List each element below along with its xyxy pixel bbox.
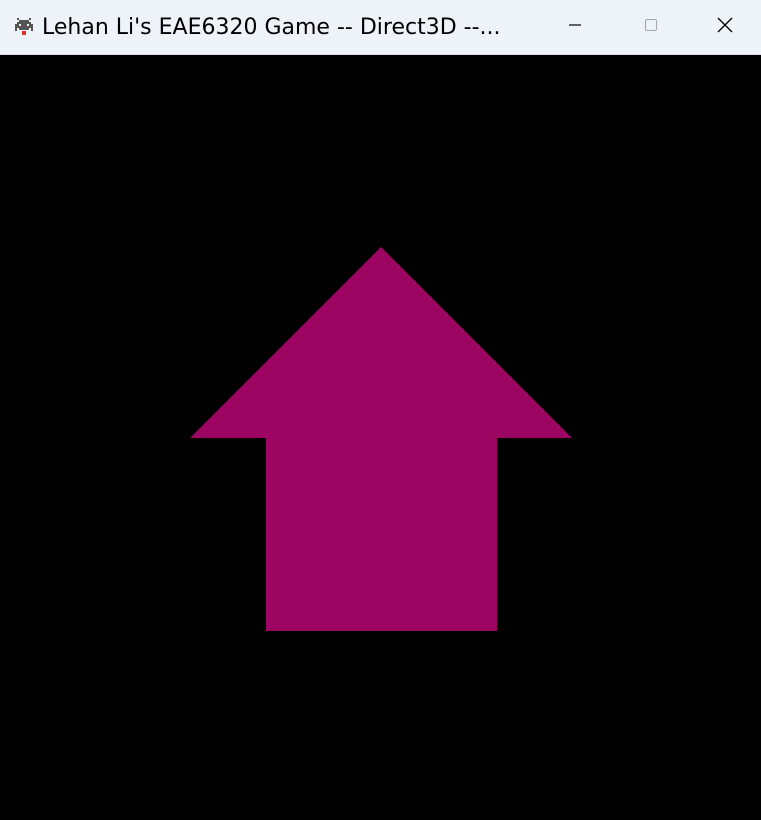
render-viewport[interactable] xyxy=(0,55,761,820)
minimize-button[interactable] xyxy=(537,0,613,50)
space-invader-icon xyxy=(12,15,36,39)
window-title: Lehan Li's EAE6320 Game -- Direct3D --..… xyxy=(42,15,501,40)
title-bar[interactable]: Lehan Li's EAE6320 Game -- Direct3D --..… xyxy=(0,0,761,55)
game-window: Lehan Li's EAE6320 Game -- Direct3D --..… xyxy=(0,0,761,820)
minimize-icon xyxy=(569,24,581,26)
close-button[interactable] xyxy=(689,0,761,50)
maximize-button[interactable] xyxy=(613,0,689,50)
up-arrow-shape xyxy=(190,247,572,631)
maximize-icon xyxy=(644,18,658,32)
close-icon xyxy=(717,17,733,33)
